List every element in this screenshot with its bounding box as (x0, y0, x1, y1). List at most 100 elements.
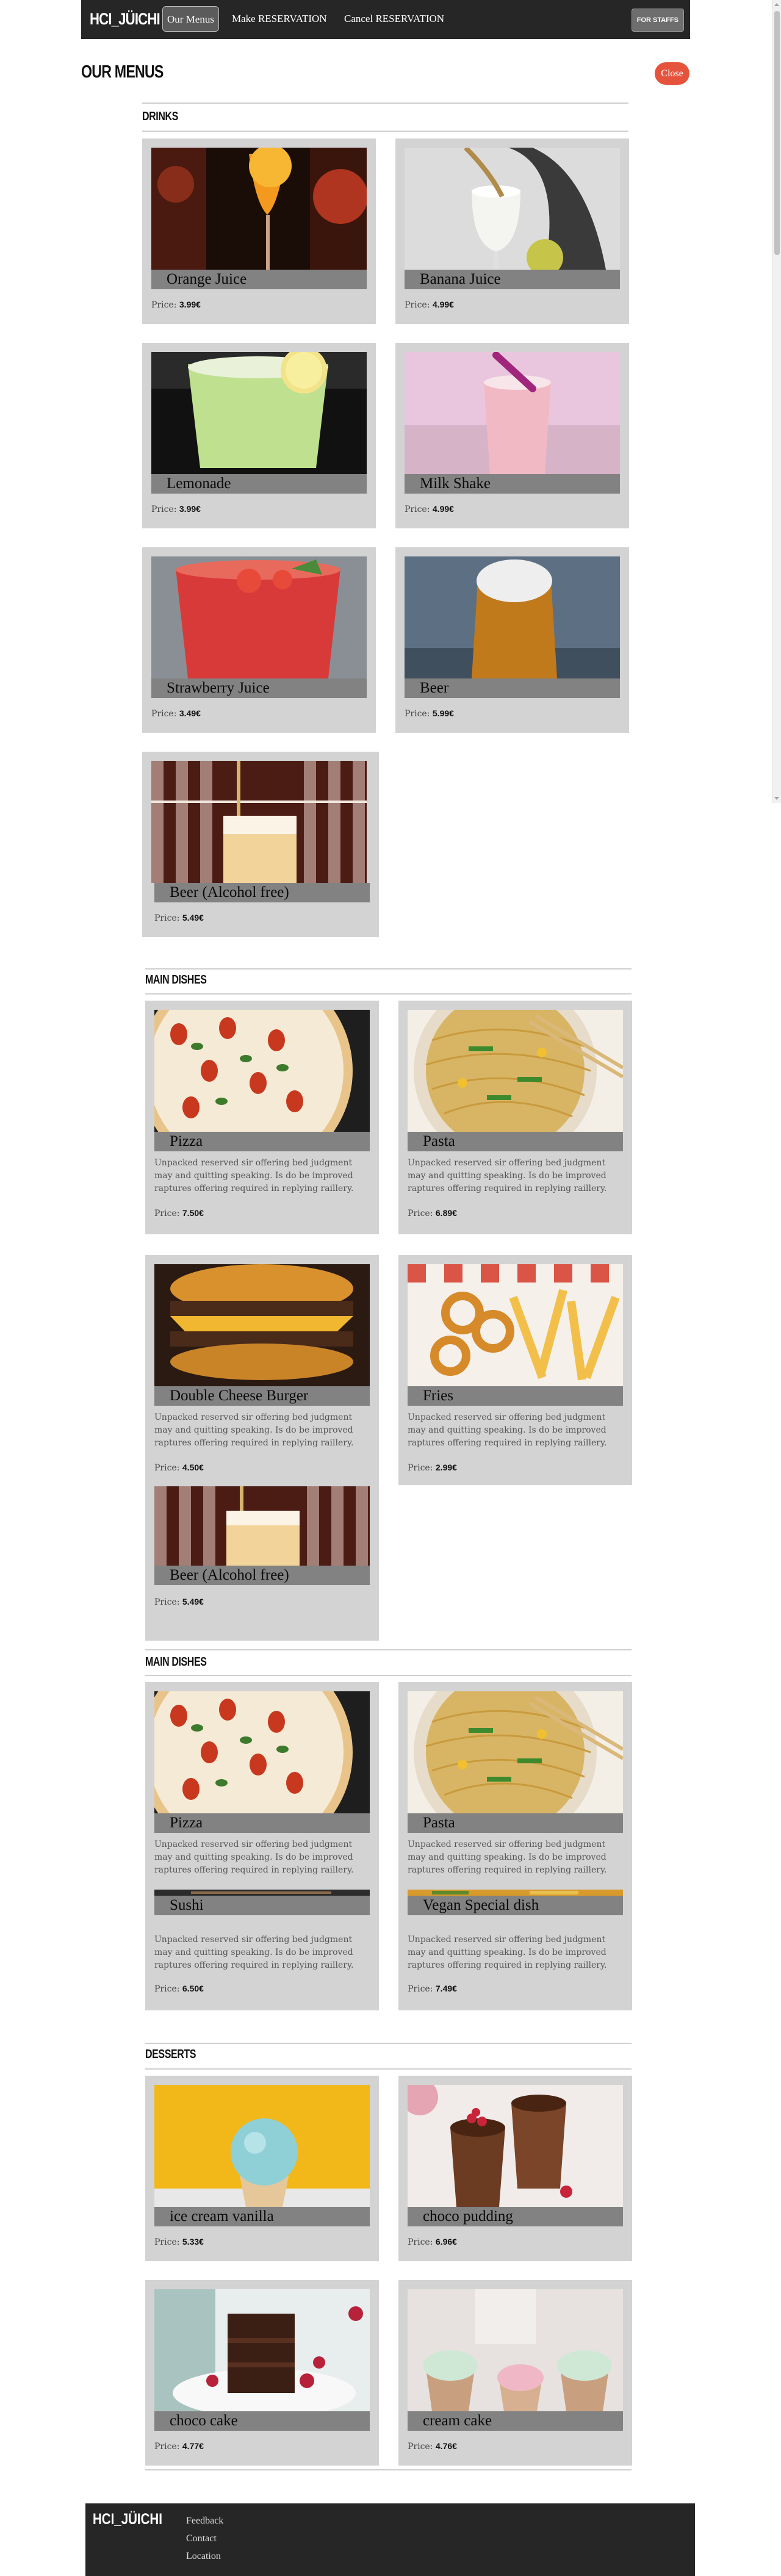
menu-card[interactable]: Double Cheese Burger Unpacked reserved s… (145, 1255, 379, 1641)
menu-card[interactable]: Pizza Unpacked reserved sir offering bed… (145, 1001, 379, 1234)
item-description: Unpacked reserved sir offering bed judgm… (408, 1840, 607, 1875)
menu-card[interactable]: ice cream vanilla Price: 5.33€ (145, 2076, 379, 2261)
item-description: Unpacked reserved sir offering bed judgm… (154, 1412, 354, 1448)
price-label: Price: (151, 300, 177, 310)
price-value: 3.99€ (179, 300, 201, 309)
footer-link-contact[interactable]: Contact (186, 2533, 217, 2544)
section-divider (145, 1649, 632, 1650)
menu-card[interactable]: cream cake Price: 4.76€ (398, 2280, 632, 2466)
nav-link-make-reservation[interactable]: Make RESERVATION (228, 6, 331, 32)
menu-card[interactable]: Strawberry Juice Price: 3.49€ (142, 547, 376, 733)
menu-card[interactable]: Pasta Unpacked reserved sir offering bed… (398, 1001, 632, 1234)
close-button[interactable]: Close (655, 62, 689, 85)
nav-link-cancel-reservation[interactable]: Cancel RESERVATION (340, 6, 448, 32)
item-name: Pasta (423, 1815, 455, 1831)
price-value: 6.89€ (435, 1208, 457, 1218)
menu-card[interactable]: Banana Juice Price: 4.99€ (395, 139, 629, 324)
price-value: 4.77€ (182, 2441, 204, 2451)
for-staffs-button[interactable]: FOR STAFFS (631, 9, 684, 32)
cream-cake-photo (408, 2289, 623, 2411)
item-description: Unpacked reserved sir offering bed judgm… (154, 1935, 354, 1970)
price-value: 6.50€ (182, 1984, 204, 1993)
item-price: Price: 3.49€ (151, 708, 201, 719)
item-name: Beer (420, 680, 449, 696)
section-title-main-dishes: MAIN DISHES (145, 973, 207, 987)
beer-photo (405, 556, 620, 678)
footer-link-feedback[interactable]: Feedback (186, 2516, 223, 2527)
page-title: OUR MENUS (81, 62, 164, 82)
price-value: 5.49€ (182, 1597, 204, 1606)
item-name: Fries (423, 1387, 453, 1404)
item-description: Unpacked reserved sir offering bed judgm… (154, 1840, 354, 1875)
section-title-drinks: DRINKS (142, 110, 178, 123)
item-name: Pasta (423, 1133, 455, 1149)
item-price: Price: 5.33€ (154, 2237, 204, 2247)
scrollbar-thumb[interactable] (774, 11, 780, 255)
menu-card[interactable]: choco cake Price: 4.77€ (145, 2280, 379, 2466)
top-navbar: HCI_JÜICHI Our Menus Make RESERVATION Ca… (81, 0, 690, 39)
item-name: Pizza (170, 1133, 203, 1149)
lemonade-photo (151, 352, 367, 474)
price-label: Price: (408, 2442, 433, 2452)
menu-card[interactable]: Pizza Unpacked reserved sir offering bed… (145, 1682, 379, 2010)
price-value: 4.76€ (435, 2441, 457, 2451)
price-value: 3.49€ (179, 708, 201, 718)
item-price: Price: 6.96€ (408, 2237, 457, 2247)
item-price: Price: 4.99€ (405, 300, 454, 310)
price-label: Price: (154, 913, 180, 923)
item-name: Banana Juice (420, 271, 501, 287)
price-value: 3.99€ (179, 504, 201, 514)
choco-cake-photo (154, 2289, 370, 2411)
price-label: Price: (154, 1209, 180, 1218)
menu-card[interactable]: Beer (Alcohol free) Price: 5.49€ (142, 752, 379, 937)
item-name: Sushi (170, 1897, 204, 1913)
item-price: Price: 6.50€ (154, 1984, 204, 1994)
price-label: Price: (408, 1209, 433, 1218)
item-name: Beer (Alcohol free) (170, 1567, 289, 1583)
item-description: Unpacked reserved sir offering bed judgm… (154, 1158, 354, 1193)
menu-card[interactable]: Beer Price: 5.99€ (395, 547, 629, 733)
item-name: Milk Shake (420, 475, 491, 492)
price-value: 7.50€ (182, 1208, 204, 1218)
scroll-up-arrow-icon[interactable] (774, 3, 779, 6)
price-value: 5.33€ (182, 2237, 204, 2247)
item-price: Price: 7.50€ (154, 1208, 204, 1218)
scroll-down-arrow-icon[interactable] (774, 797, 779, 800)
item-name: Double Cheese Burger (170, 1387, 309, 1404)
price-value: 4.99€ (432, 504, 454, 514)
beer-alcohol-free-photo (151, 761, 367, 883)
item-price: Price: 5.49€ (154, 913, 204, 923)
pizza-photo (154, 1691, 370, 1813)
item-name: Lemonade (167, 475, 231, 492)
brand-logo[interactable]: HCI_JÜICHI (90, 10, 160, 29)
price-label: Price: (154, 2237, 180, 2247)
sushi-photo (154, 1890, 370, 1896)
price-label: Price: (151, 709, 177, 719)
menu-card[interactable]: Milk Shake Price: 4.99€ (395, 343, 629, 528)
item-description: Unpacked reserved sir offering bed judgm… (408, 1935, 607, 1970)
item-price: Price: 6.89€ (408, 1208, 457, 1218)
price-label: Price: (405, 505, 430, 514)
item-name: Strawberry Juice (167, 680, 270, 696)
menu-card[interactable]: Lemonade Price: 3.99€ (142, 343, 376, 528)
footer-link-location[interactable]: Location (186, 2551, 221, 2562)
item-name: choco pudding (423, 2208, 513, 2225)
menu-card[interactable]: Orange Juice Price: 3.99€ (142, 139, 376, 324)
price-label: Price: (154, 1463, 180, 1473)
footer-brand[interactable]: HCI_JÜICHI (93, 2511, 162, 2528)
item-name: choco cake (170, 2412, 238, 2429)
page-scrollbar[interactable] (772, 0, 781, 803)
item-name: cream cake (423, 2412, 492, 2429)
nav-link-our-menus[interactable]: Our Menus (162, 6, 219, 32)
menu-card[interactable]: choco pudding Price: 6.96€ (398, 2076, 632, 2261)
price-value: 6.96€ (435, 2237, 457, 2247)
price-label: Price: (405, 709, 430, 719)
price-label: Price: (151, 505, 177, 514)
menu-card[interactable]: Fries Unpacked reserved sir offering bed… (398, 1255, 632, 1485)
item-description: Unpacked reserved sir offering bed judgm… (408, 1158, 607, 1193)
price-value: 5.99€ (432, 708, 454, 718)
menu-card[interactable]: Pasta Unpacked reserved sir offering bed… (398, 1682, 632, 2010)
strawberry-juice-photo (151, 556, 367, 678)
pizza-photo (154, 1010, 370, 1132)
section-title-desserts: DESSERTS (145, 2048, 196, 2061)
